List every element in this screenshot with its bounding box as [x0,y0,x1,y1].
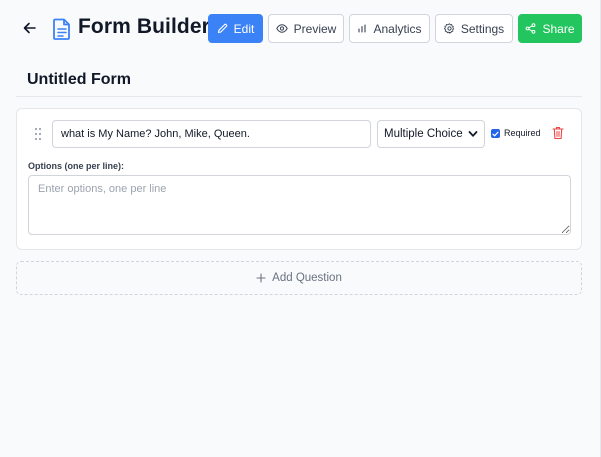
header: Form Builder Edit Preview Analytics Sett… [0,0,601,58]
eye-icon [275,24,288,33]
share-button-label: Share [542,21,575,36]
settings-button-label: Settings [460,21,505,36]
share-icon [526,23,536,34]
settings-button[interactable]: Settings [435,14,513,43]
question-type-select[interactable]: Multiple Choice [377,120,485,148]
edit-button[interactable]: Edit [208,14,263,43]
gear-icon [443,23,454,34]
plus-icon [256,273,266,283]
question-type-value: Multiple Choice [384,128,463,140]
preview-button-label: Preview [293,21,337,36]
options-textarea[interactable] [28,175,571,235]
pencil-icon [217,23,227,34]
document-icon [53,18,70,40]
add-question-button[interactable]: Add Question [16,261,582,295]
page-title: Form Builder [78,15,210,38]
divider [16,96,582,97]
analytics-button[interactable]: Analytics [349,14,430,43]
check-icon [492,131,499,136]
question-text-input[interactable] [52,120,371,148]
question-card: Multiple Choice Required Options (one pe… [16,108,582,250]
bar-chart-icon [358,24,367,33]
add-question-label: Add Question [272,272,342,284]
options-label: Options (one per line): [28,161,124,171]
share-button[interactable]: Share [518,14,582,43]
required-label: Required [504,128,541,138]
trash-icon[interactable] [552,126,564,140]
form-title[interactable]: Untitled Form [27,71,131,89]
chevron-down-icon [468,131,478,137]
edit-button-label: Edit [233,21,255,36]
back-button[interactable] [20,18,38,38]
drag-handle-icon[interactable] [34,127,42,141]
analytics-button-label: Analytics [373,21,422,36]
arrow-left-icon [23,22,36,34]
form-builder-page: Form Builder Edit Preview Analytics Sett… [0,0,601,457]
preview-button[interactable]: Preview [268,14,344,43]
required-checkbox[interactable] [491,129,500,138]
